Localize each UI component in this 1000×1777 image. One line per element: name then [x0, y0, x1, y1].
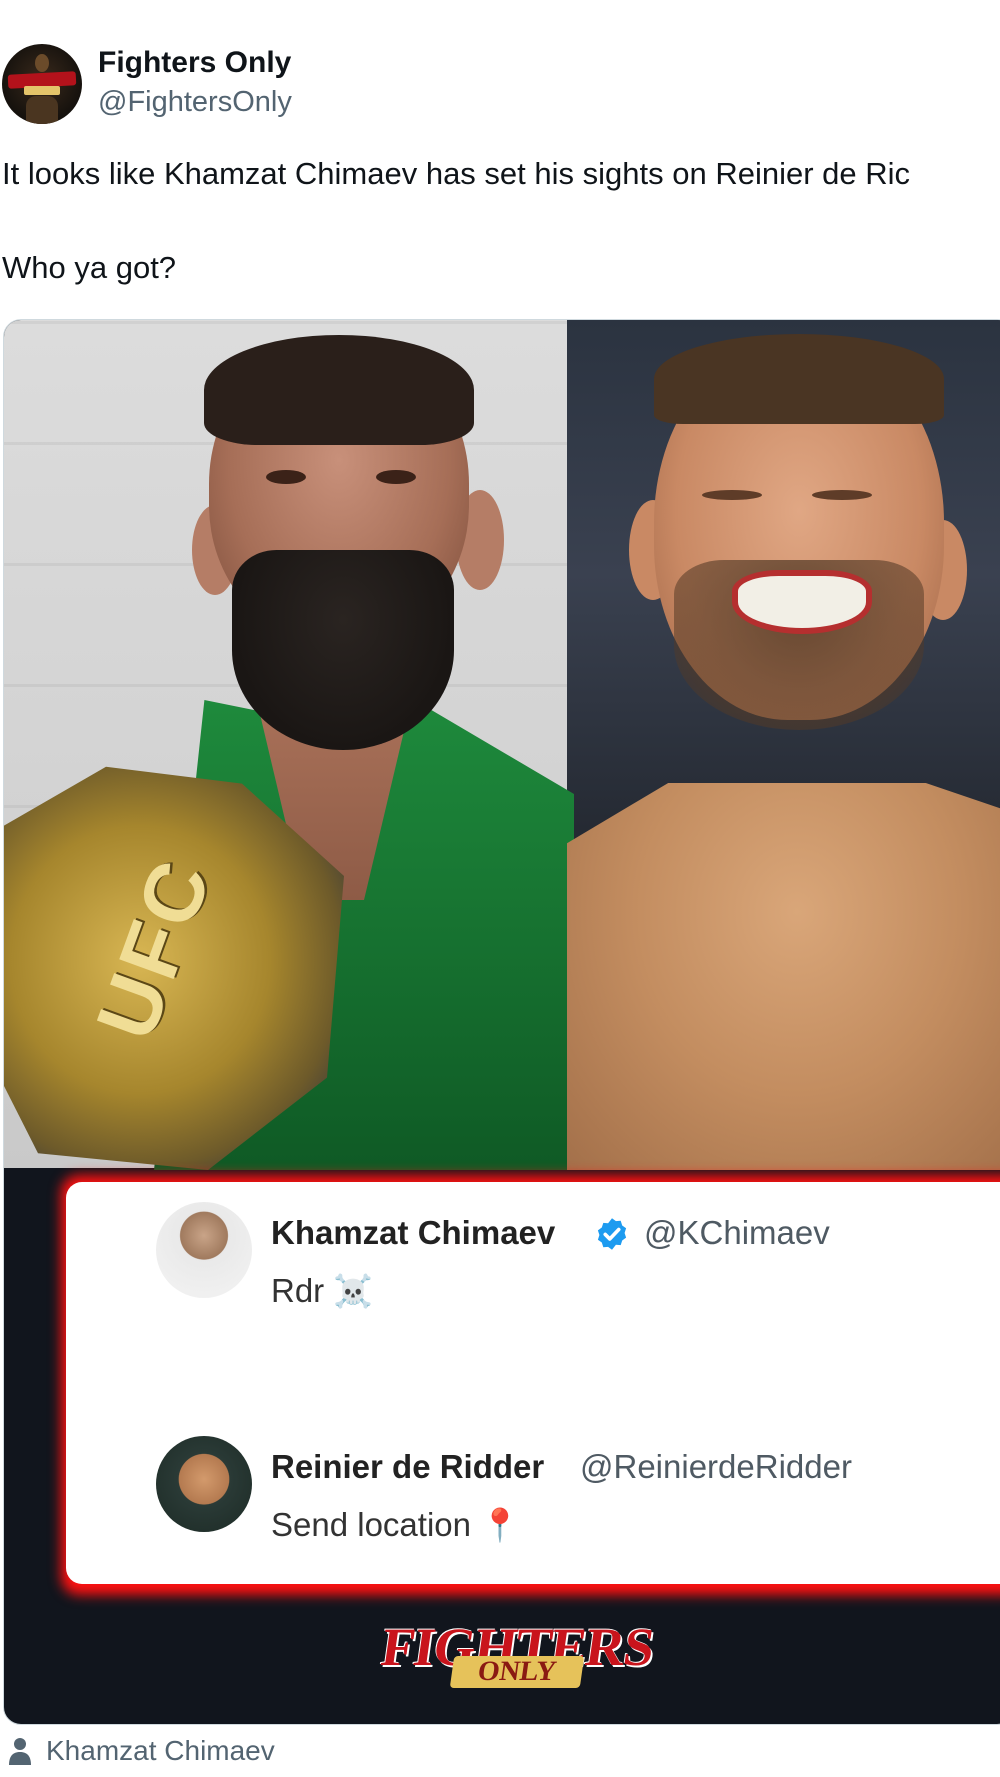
left-fighter-eye — [266, 470, 306, 484]
post-header: Fighters Only @FightersOnly — [0, 40, 1000, 126]
embedded-posts-card: Khamzat Chimaev @KChimaev Rdr ☠️ Reinier… — [66, 1182, 1000, 1584]
embedded-handle-2: @ReinierdeRidder — [580, 1448, 852, 1485]
left-fighter-beard — [232, 550, 454, 750]
author-avatar[interactable] — [2, 44, 82, 124]
embedded-name-1: Khamzat Chimaev — [271, 1214, 556, 1251]
embedded-post-text-2: Send location 📍 — [271, 1506, 520, 1544]
person-icon — [9, 1738, 31, 1765]
embedded-avatar-de-ridder — [156, 1436, 252, 1532]
tagged-person-label[interactable]: Khamzat Chimaev — [46, 1735, 275, 1767]
verified-badge-icon — [597, 1218, 627, 1250]
embedded-name-2: Reinier de Ridder — [271, 1448, 545, 1485]
post-media-image[interactable]: UFC Khamzat Chimaev @KChimaev Rdr ☠️ Rei… — [3, 319, 1000, 1725]
media-tag[interactable]: Khamzat Chimaev — [8, 1735, 608, 1771]
skull-crossbones-icon: ☠️ — [333, 1273, 374, 1309]
embedded-post-text-1-body: Rdr — [271, 1272, 325, 1309]
embedded-avatar-chimaev — [156, 1202, 252, 1298]
right-fighter-eye — [702, 490, 762, 500]
avatar-figure-head — [35, 54, 49, 72]
fighters-only-logo: FIGHTERS ONLY — [378, 1616, 657, 1696]
logo-sub-text: ONLY — [449, 1656, 585, 1688]
right-fighter-hair — [654, 334, 944, 424]
avatar-figure-body — [26, 96, 58, 124]
embedded-post-text-1: Rdr ☠️ — [271, 1272, 373, 1310]
author-handle[interactable]: @FightersOnly — [98, 86, 292, 119]
right-fighter-eye — [812, 490, 872, 500]
left-fighter-eye — [376, 470, 416, 484]
tweet-text-line-1: It looks like Khamzat Chimaev has set hi… — [2, 156, 911, 191]
embedded-handle-1: @KChimaev — [644, 1214, 830, 1251]
author-name[interactable]: Fighters Only — [98, 46, 291, 80]
right-fighter-smile — [732, 570, 872, 634]
location-pin-icon: 📍 — [480, 1507, 520, 1543]
embedded-post-text-2-body: Send location — [271, 1506, 471, 1543]
tweet-text-line-2: Who ya got? — [2, 250, 177, 285]
avatar-logo-band-gold — [24, 86, 60, 95]
left-fighter-hair — [204, 335, 474, 445]
